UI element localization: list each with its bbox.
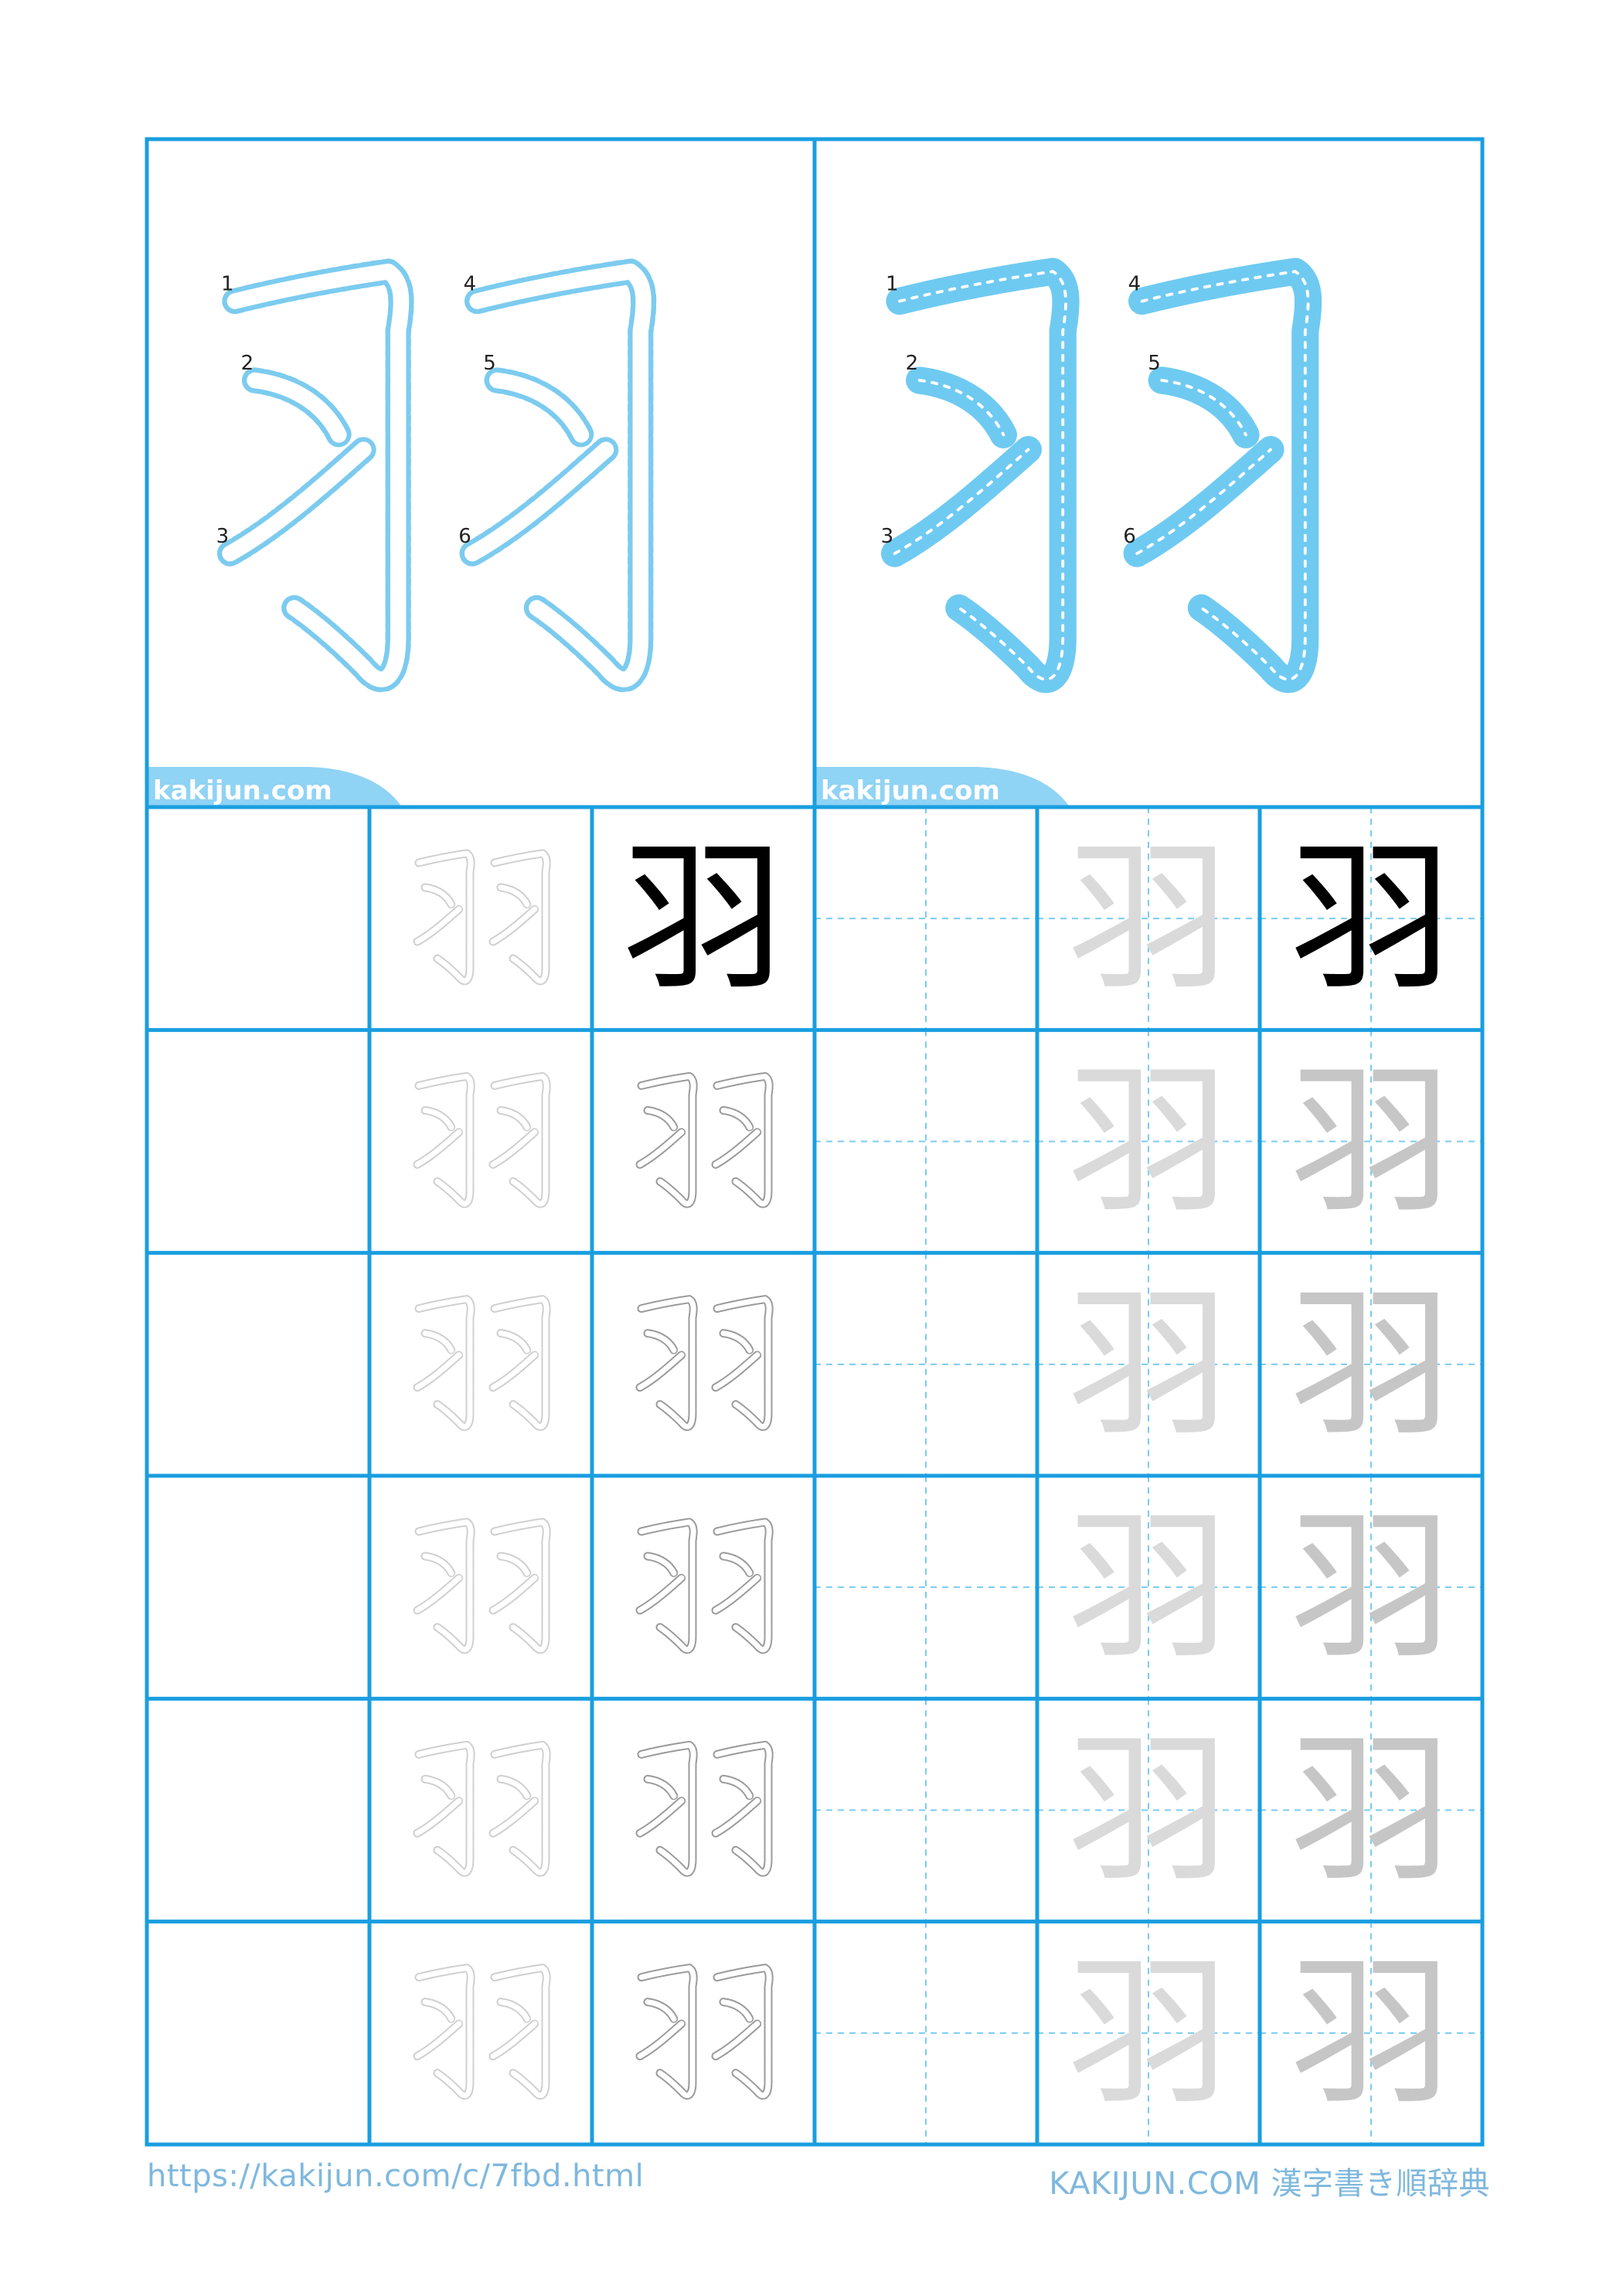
practice-cell[interactable]: 羽 — [1260, 1252, 1482, 1476]
practice-cell[interactable] — [815, 1698, 1037, 1922]
stroke-number: 4 — [1128, 273, 1142, 296]
practice-cell[interactable] — [417, 1076, 546, 1204]
footer-brand[interactable]: KAKIJUN.COM 漢字書き順辞典 — [1049, 2158, 1490, 2203]
practice-cell[interactable] — [640, 1522, 769, 1650]
practice-cell[interactable] — [815, 1476, 1037, 1699]
gray-character-dark: 羽 — [1290, 1715, 1452, 1905]
practice-cell[interactable] — [640, 1076, 769, 1204]
stroke-number: 5 — [1148, 352, 1161, 375]
gray-character-dark: 羽 — [1290, 1047, 1452, 1236]
stroke-number: 3 — [881, 525, 894, 548]
practice-row: 羽羽 — [417, 1252, 1482, 1476]
practice-cell[interactable]: 羽 — [1037, 1921, 1260, 2144]
practice-cell[interactable]: 羽 — [1260, 1698, 1482, 1922]
stroke-number: 6 — [1123, 525, 1136, 548]
filled-character — [895, 271, 1308, 680]
gray-character: 羽 — [1067, 1938, 1230, 2127]
practice-cell[interactable]: 羽 — [1037, 807, 1260, 1030]
stroke-order-outline-panel: 1 2 3 4 5 6 kakijun.com — [147, 271, 644, 807]
model-character: 羽 — [1290, 824, 1452, 1013]
practice-row: 羽羽 — [417, 1476, 1482, 1699]
practice-cell[interactable]: 羽 — [1260, 807, 1482, 1030]
practice-cell[interactable] — [640, 1745, 769, 1872]
practice-row: 羽羽 — [417, 1921, 1482, 2144]
practice-cell[interactable] — [417, 1968, 546, 2096]
practice-cell[interactable] — [417, 853, 546, 981]
watermark-text: kakijun.com — [821, 775, 1000, 806]
stroke-number: 2 — [906, 352, 919, 375]
practice-cell[interactable]: 羽 — [622, 824, 784, 1013]
gray-character: 羽 — [1067, 1493, 1230, 1682]
practice-cell[interactable] — [417, 1745, 546, 1872]
stroke-number: 2 — [241, 352, 254, 375]
practice-cell[interactable] — [815, 807, 1037, 1030]
practice-cell[interactable] — [417, 1522, 546, 1650]
practice-cell[interactable] — [815, 1921, 1037, 2144]
stroke-number: 6 — [458, 525, 471, 548]
gray-character: 羽 — [1067, 824, 1230, 1013]
gray-character-dark: 羽 — [1290, 1493, 1452, 1682]
practice-cell[interactable] — [417, 1300, 546, 1427]
stroke-number: 1 — [886, 273, 899, 296]
practice-cell[interactable] — [815, 1252, 1037, 1476]
practice-cell[interactable]: 羽 — [1037, 1030, 1260, 1253]
practice-cell[interactable]: 羽 — [1037, 1476, 1260, 1699]
gray-character: 羽 — [1067, 1269, 1230, 1459]
practice-cell[interactable]: 羽 — [1037, 1698, 1260, 1922]
stroke-number: 5 — [483, 352, 496, 375]
gray-character-dark: 羽 — [1290, 1938, 1452, 2127]
stroke-number: 4 — [464, 273, 477, 296]
practice-cell[interactable] — [640, 1968, 769, 2096]
practice-row: 羽羽 — [417, 1030, 1482, 1253]
practice-cell[interactable]: 羽 — [1260, 1476, 1482, 1699]
gray-character: 羽 — [1067, 1047, 1230, 1236]
stroke-number: 1 — [221, 273, 234, 296]
footer-url[interactable]: https://kakijun.com/c/7fbd.html — [147, 2158, 644, 2194]
practice-cell[interactable] — [640, 1300, 769, 1427]
watermark-text: kakijun.com — [153, 775, 332, 806]
stroke-number: 3 — [216, 525, 230, 548]
practice-row: 羽羽羽 — [417, 807, 1482, 1030]
model-character: 羽 — [622, 824, 784, 1013]
stroke-order-filled-panel: 1 2 3 4 5 6 kakijun.com — [815, 271, 1308, 807]
gray-character: 羽 — [1067, 1715, 1230, 1905]
practice-cell[interactable]: 羽 — [1260, 1030, 1482, 1253]
practice-cell[interactable]: 羽 — [1037, 1252, 1260, 1476]
gray-character-dark: 羽 — [1290, 1269, 1452, 1459]
practice-row: 羽羽 — [417, 1698, 1482, 1922]
practice-cell[interactable]: 羽 — [1260, 1921, 1482, 2144]
practice-sheet: 羽羽羽羽 羽羽 羽羽 羽羽 羽羽羽 123456kakijun.com 123456ka… — [145, 137, 1485, 2147]
practice-cell[interactable] — [815, 1030, 1037, 1253]
